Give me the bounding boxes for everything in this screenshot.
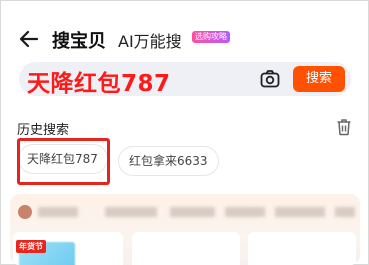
history-chip[interactable]: 红包拿来6633 xyxy=(118,146,219,176)
history-title: 历史搜索 xyxy=(17,123,70,138)
search-button[interactable]: 搜索 xyxy=(293,66,345,92)
product-card[interactable] xyxy=(132,232,240,265)
camera-icon[interactable] xyxy=(259,68,281,90)
tab-search-goods[interactable]: 搜宝贝 xyxy=(52,27,106,53)
new-year-tag: 年货节 xyxy=(16,240,46,253)
recommendation-icon xyxy=(18,205,32,219)
arrow-left-icon[interactable] xyxy=(18,28,40,50)
tab-ai-badge: 选购攻略 xyxy=(192,31,230,43)
product-card[interactable] xyxy=(248,232,356,265)
blurred-text xyxy=(275,207,325,217)
blurred-text xyxy=(170,207,215,217)
blurred-text xyxy=(105,207,157,217)
blurred-text xyxy=(335,207,355,217)
blurred-text xyxy=(38,207,78,217)
recommendation-panel xyxy=(10,194,360,265)
trash-icon[interactable] xyxy=(336,118,352,136)
tab-ai-search[interactable]: AI万能搜 xyxy=(118,28,182,52)
search-bar[interactable]: 天降红包787 搜索 xyxy=(19,62,351,98)
search-input[interactable]: 天降红包787 xyxy=(27,64,171,98)
blurred-text xyxy=(225,207,265,217)
history-chip[interactable]: 天降红包787 xyxy=(18,144,108,174)
